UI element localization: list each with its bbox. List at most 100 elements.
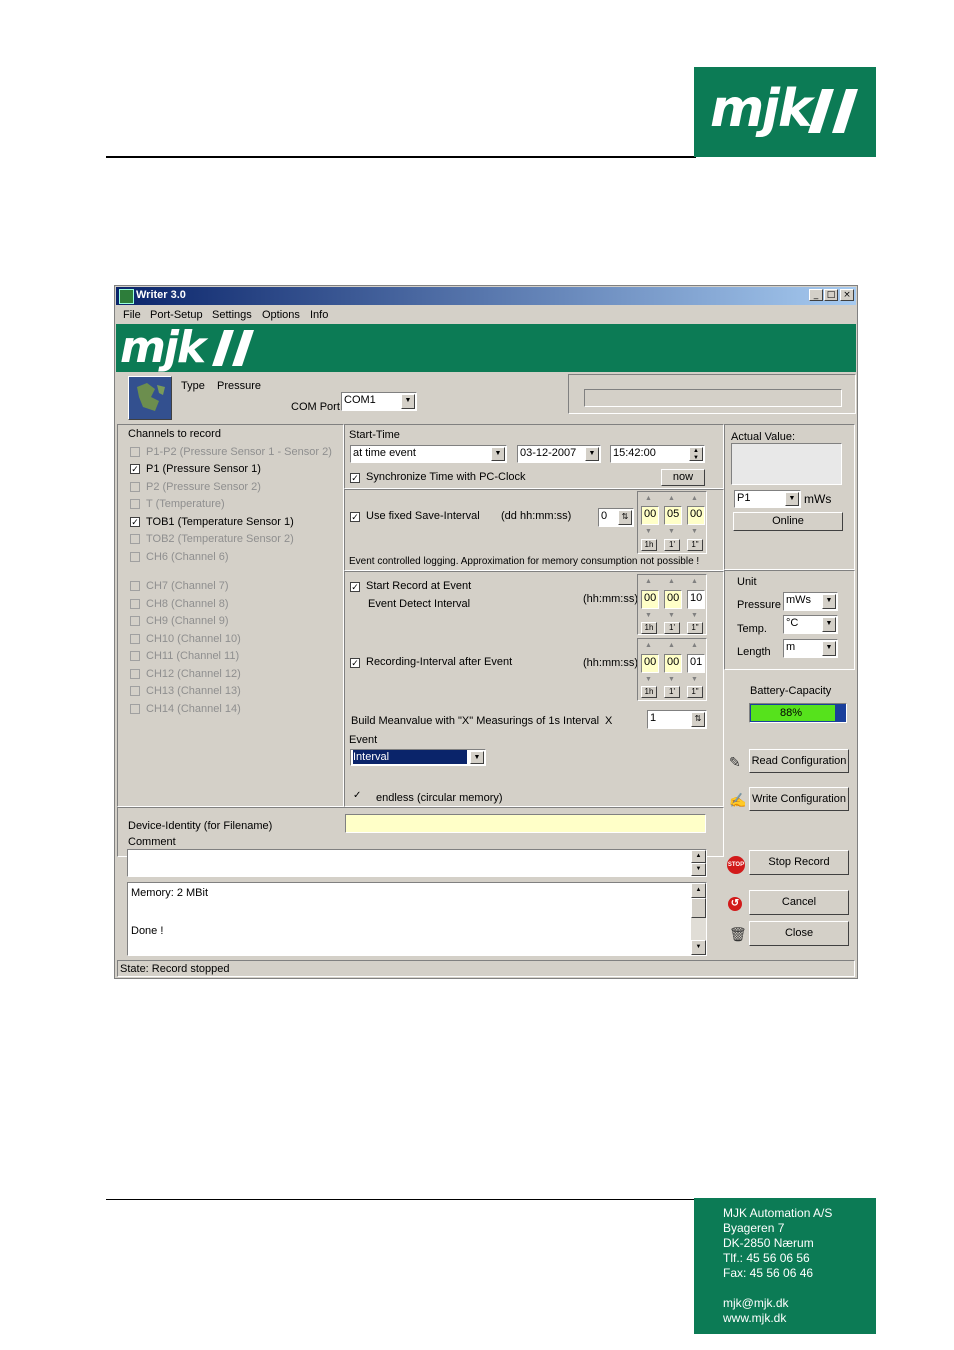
- step-1s-button[interactable]: 1": [687, 686, 703, 698]
- step-1min-button[interactable]: 1': [664, 539, 680, 551]
- down-arrow-icon[interactable]: ▼: [645, 676, 652, 683]
- event-ss-field[interactable]: 10: [687, 590, 705, 609]
- channel-checkbox[interactable]: [130, 482, 140, 492]
- com-port-select[interactable]: COM1 ▼: [341, 392, 417, 411]
- spin-icon[interactable]: ⇅: [618, 510, 632, 525]
- channel-checkbox[interactable]: [130, 599, 140, 609]
- up-arrow-icon[interactable]: ▲: [668, 578, 675, 585]
- step-1h-button[interactable]: 1h: [641, 686, 657, 698]
- down-arrow-icon[interactable]: ▼: [645, 612, 652, 619]
- online-button[interactable]: Online: [733, 512, 843, 531]
- scroll-up-icon[interactable]: ▲: [691, 883, 706, 898]
- up-arrow-icon[interactable]: ▲: [645, 578, 652, 585]
- step-1min-button[interactable]: 1': [664, 622, 680, 634]
- stop-record-button[interactable]: Stop Record: [749, 850, 849, 875]
- rec-hh-field[interactable]: 00: [641, 654, 659, 673]
- save-mm-field[interactable]: 05: [664, 506, 682, 525]
- save-hh-field[interactable]: 00: [641, 506, 659, 525]
- channel-checkbox[interactable]: [130, 634, 140, 644]
- up-arrow-icon[interactable]: ▲: [668, 495, 675, 502]
- up-arrow-icon[interactable]: ▲: [645, 642, 652, 649]
- down-arrow-icon[interactable]: ▼: [691, 528, 698, 535]
- down-arrow-icon[interactable]: ▼: [691, 612, 698, 619]
- menu-settings[interactable]: Settings: [212, 309, 252, 321]
- meanvalue-field[interactable]: 1 ⇅: [647, 710, 707, 729]
- event-select[interactable]: Interval ▼: [350, 749, 486, 766]
- chevron-down-icon: ▼: [822, 641, 836, 656]
- spin-icon[interactable]: ⇅: [691, 712, 705, 727]
- close-button[interactable]: Close: [749, 921, 849, 946]
- write-config-button[interactable]: Write Configuration: [749, 787, 849, 811]
- up-arrow-icon[interactable]: ▲: [691, 578, 698, 585]
- length-unit-select[interactable]: m ▼: [783, 639, 838, 658]
- start-date-field[interactable]: 03-12-2007 ▼: [517, 445, 601, 463]
- channel-checkbox[interactable]: [130, 534, 140, 544]
- menu-info[interactable]: Info: [310, 309, 328, 321]
- maximize-icon[interactable]: □: [824, 289, 838, 301]
- channel-checkbox[interactable]: [130, 651, 140, 661]
- down-arrow-icon[interactable]: ▼: [668, 612, 675, 619]
- temp-unit-select[interactable]: °C ▼: [783, 615, 838, 634]
- step-1s-button[interactable]: 1": [687, 539, 703, 551]
- step-1min-button[interactable]: 1': [664, 686, 680, 698]
- close-icon[interactable]: ×: [840, 289, 854, 301]
- scroll-thumb[interactable]: [691, 898, 706, 918]
- rec-mm-field[interactable]: 00: [664, 654, 682, 673]
- pressure-unit-select[interactable]: mWs ▼: [783, 592, 838, 611]
- title-bar[interactable]: Writer 3.0 _ □ ×: [116, 287, 856, 305]
- save-days-field[interactable]: 0 ⇅: [598, 508, 634, 527]
- save-interval-checkbox[interactable]: ✓: [350, 512, 360, 522]
- rec-ss-field[interactable]: 01: [687, 654, 705, 673]
- read-config-button[interactable]: Read Configuration: [749, 749, 849, 773]
- channel-checkbox[interactable]: [130, 616, 140, 626]
- channel-checkbox[interactable]: ✓: [130, 517, 140, 527]
- channel-checkbox[interactable]: ✓: [130, 464, 140, 474]
- menu-options[interactable]: Options: [262, 309, 300, 321]
- scroll-up-icon[interactable]: ▲: [691, 850, 706, 863]
- down-arrow-icon[interactable]: ▼: [691, 676, 698, 683]
- step-1h-button[interactable]: 1h: [641, 539, 657, 551]
- endless-check-mark[interactable]: ✓: [353, 790, 361, 801]
- channel-checkbox[interactable]: [130, 669, 140, 679]
- start-record-event-checkbox[interactable]: ✓: [350, 582, 360, 592]
- channel-checkbox[interactable]: [130, 552, 140, 562]
- mjk-logo-text: mjk: [710, 79, 813, 139]
- menu-port-setup[interactable]: Port-Setup: [150, 309, 203, 321]
- minimize-icon[interactable]: _: [809, 289, 823, 301]
- now-button[interactable]: now: [661, 469, 705, 486]
- up-arrow-icon[interactable]: ▲: [645, 495, 652, 502]
- channel-checkbox[interactable]: [130, 686, 140, 696]
- channel-checkbox[interactable]: [130, 581, 140, 591]
- spin-icon[interactable]: ▲ ▼: [689, 447, 703, 461]
- sync-checkbox[interactable]: ✓: [350, 473, 360, 483]
- start-time-field[interactable]: 15:42:00 ▲ ▼: [610, 445, 705, 463]
- comment-field[interactable]: ▲ ▼: [127, 849, 707, 877]
- step-1h-button[interactable]: 1h: [641, 622, 657, 634]
- log-scrollbar[interactable]: ▲ ▼: [691, 883, 706, 955]
- channel-checkbox[interactable]: [130, 704, 140, 714]
- log-area[interactable]: Memory: 2 MBit Done ! ▲ ▼: [127, 882, 707, 956]
- down-arrow-icon[interactable]: ▼: [668, 676, 675, 683]
- cancel-button[interactable]: Cancel: [749, 890, 849, 915]
- actual-channel-select[interactable]: P1 ▼: [734, 490, 801, 508]
- event-hh-field[interactable]: 00: [641, 590, 659, 609]
- save-ss-field[interactable]: 00: [687, 506, 705, 525]
- scroll-down-icon[interactable]: ▼: [691, 863, 706, 876]
- up-arrow-icon[interactable]: ▲: [691, 495, 698, 502]
- start-mode-select[interactable]: at time event ▼: [350, 445, 507, 463]
- step-1s-button[interactable]: 1": [687, 622, 703, 634]
- event-mm-field[interactable]: 00: [664, 590, 682, 609]
- channel-checkbox[interactable]: [130, 447, 140, 457]
- up-arrow-icon[interactable]: ▲: [668, 642, 675, 649]
- scroll-down-icon[interactable]: ▼: [691, 940, 706, 955]
- channel-checkbox[interactable]: [130, 499, 140, 509]
- comment-scrollbar[interactable]: ▲ ▼: [691, 850, 706, 876]
- recording-interval-checkbox[interactable]: ✓: [350, 658, 360, 668]
- footer-email[interactable]: mjk@mjk.dk: [723, 1296, 832, 1311]
- down-arrow-icon[interactable]: ▼: [668, 528, 675, 535]
- menu-file[interactable]: File: [123, 309, 141, 321]
- footer-web[interactable]: www.mjk.dk: [723, 1311, 832, 1326]
- down-arrow-icon[interactable]: ▼: [645, 528, 652, 535]
- up-arrow-icon[interactable]: ▲: [691, 642, 698, 649]
- device-identity-field[interactable]: [345, 814, 706, 833]
